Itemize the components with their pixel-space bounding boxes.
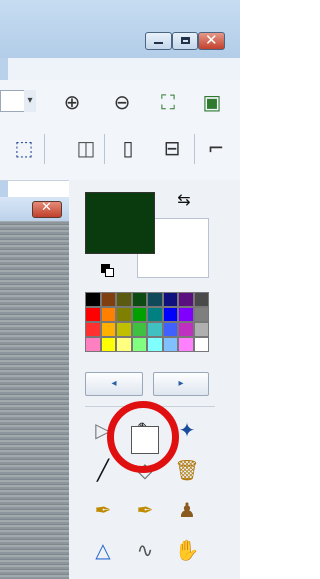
palette-swatch[interactable] xyxy=(147,337,163,352)
flip-icon[interactable]: ◫ xyxy=(74,136,98,160)
palette-swatch[interactable] xyxy=(85,307,101,322)
drop-tool-icon[interactable]: △ xyxy=(89,538,117,566)
rows-icon[interactable]: ⊟ xyxy=(160,136,184,160)
maximize-button[interactable] xyxy=(172,32,198,50)
fit-window-icon[interactable]: ⛶ xyxy=(156,90,180,114)
palette-swatch[interactable] xyxy=(178,337,194,352)
palette-swatch[interactable] xyxy=(178,322,194,337)
palette-swatch[interactable] xyxy=(178,307,194,322)
line-tool-icon[interactable]: ╱ xyxy=(89,458,117,486)
swap-colors-icon[interactable]: ⇆ xyxy=(173,188,195,210)
default-colors-icon[interactable] xyxy=(101,264,115,278)
tools-panel: ⇆ ◂ ▸ ▷✎✦╱◇🗑✒✒♟△∿✋ xyxy=(69,180,240,579)
brush-tool-icon[interactable]: ✒ xyxy=(89,498,117,526)
palette-next-button[interactable]: ▸ xyxy=(153,372,209,396)
palette-swatch[interactable] xyxy=(100,322,116,337)
palette-swatch[interactable] xyxy=(131,322,147,337)
toolbar-separator xyxy=(104,134,105,164)
palette-swatch[interactable] xyxy=(85,322,101,337)
palette-swatch[interactable] xyxy=(116,307,132,322)
palette-swatch[interactable] xyxy=(147,322,163,337)
close-icon: ✕ xyxy=(205,31,218,49)
window-title-bar xyxy=(0,0,240,59)
close-icon: ✕ xyxy=(41,200,52,215)
palette-swatch[interactable] xyxy=(116,337,132,352)
palette-swatch[interactable] xyxy=(85,292,101,307)
palette-swatch[interactable] xyxy=(162,322,178,337)
menu-bar xyxy=(0,58,240,81)
palette-swatch[interactable] xyxy=(100,337,116,352)
palette-swatch[interactable] xyxy=(162,307,178,322)
primary-color-swatch[interactable] xyxy=(85,192,155,254)
crop-icon[interactable]: ⌐ xyxy=(204,136,228,160)
actual-size-icon[interactable]: ▣ xyxy=(200,90,224,114)
hand-tool-icon[interactable]: ✋ xyxy=(173,538,201,566)
palette-swatch[interactable] xyxy=(131,292,147,307)
zoom-out-icon[interactable]: ⊖ xyxy=(110,90,134,114)
palette-swatch[interactable] xyxy=(162,337,178,352)
palette-swatch[interactable] xyxy=(193,307,209,322)
columns-icon[interactable]: ▯ xyxy=(116,136,140,160)
close-button[interactable]: ✕ xyxy=(198,31,225,50)
palette-swatch[interactable] xyxy=(131,337,147,352)
zoom-in-icon[interactable]: ⊕ xyxy=(60,90,84,114)
palette-prev-icon: ◂ xyxy=(111,378,117,389)
brush-plus-tool-icon[interactable]: ✒ xyxy=(131,498,159,526)
palette-swatch[interactable] xyxy=(131,307,147,322)
palette-swatch[interactable] xyxy=(162,292,178,307)
select-area-icon[interactable]: ⬚ xyxy=(12,136,36,160)
dropdown-arrow-icon[interactable]: ▾ xyxy=(24,90,36,112)
palette-swatch[interactable] xyxy=(147,292,163,307)
palette-swatch[interactable] xyxy=(193,337,209,352)
stamp-tool-icon[interactable]: ♟ xyxy=(173,498,201,526)
palette-swatch[interactable] xyxy=(85,337,101,352)
spray-tool-icon[interactable]: 🗑 xyxy=(173,458,201,486)
zoom-toolbar: ▾ ⊕ ⊖ ⛶ ▣ xyxy=(0,80,240,125)
palette-swatch[interactable] xyxy=(178,292,194,307)
palette-swatch[interactable] xyxy=(193,292,209,307)
palette-prev-button[interactable]: ◂ xyxy=(85,372,143,396)
palette-next-icon: ▸ xyxy=(178,378,184,389)
toolbar-separator xyxy=(194,134,195,164)
minimize-icon xyxy=(154,42,163,44)
palette-swatch[interactable] xyxy=(147,307,163,322)
palette-swatch[interactable] xyxy=(116,322,132,337)
toolbar-separator xyxy=(44,134,45,164)
smudge-tool-icon[interactable]: ∿ xyxy=(131,538,159,566)
image-canvas[interactable] xyxy=(0,221,69,579)
image-window-close-button[interactable]: ✕ xyxy=(32,200,62,218)
color-palette xyxy=(85,292,209,352)
palette-swatch[interactable] xyxy=(193,322,209,337)
maximize-icon xyxy=(181,37,190,44)
palette-swatch[interactable] xyxy=(116,292,132,307)
highlight-circle xyxy=(107,401,179,473)
palette-swatch[interactable] xyxy=(100,307,116,322)
palette-swatch[interactable] xyxy=(100,292,116,307)
minimize-button[interactable] xyxy=(145,32,172,50)
edit-toolbar: ⬚ ◫ ▯ ⊟ ⌐ xyxy=(0,124,240,181)
